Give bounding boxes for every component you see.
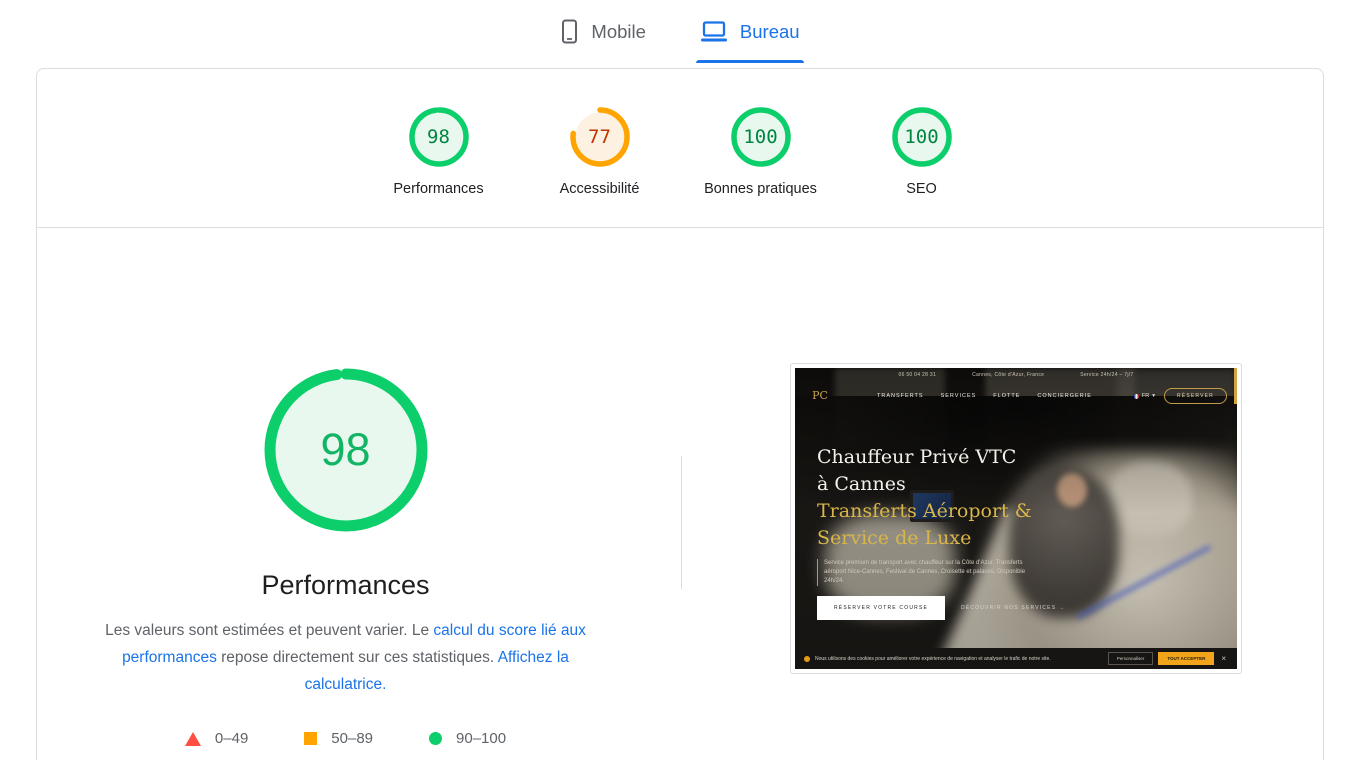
- pagespeed-report: Mobile Bureau 98 Performances: [0, 0, 1360, 760]
- gauge-score: 100: [729, 105, 793, 169]
- legend-item-pass: 90–100: [429, 730, 506, 747]
- tab-desktop-label: Bureau: [740, 21, 800, 43]
- gauge-ring: 98: [407, 105, 471, 169]
- fail-triangle-icon: [185, 732, 201, 746]
- pass-circle-icon: [429, 732, 442, 745]
- legend-range: 90–100: [456, 730, 506, 747]
- desktop-laptop-icon: [700, 21, 728, 42]
- hero-buttons: RÉSERVER VOTRE COURSE DÉCOUVRIR NOS SERV…: [817, 596, 1087, 620]
- hero-primary-button: RÉSERVER VOTRE COURSE: [817, 596, 945, 620]
- performance-description: Les valeurs sont estimées et peuvent var…: [93, 617, 598, 698]
- gauge-score: 98: [407, 105, 471, 169]
- gauge-label: SEO: [841, 181, 1002, 197]
- gauge-label: Performances: [358, 181, 519, 197]
- section-divider: [681, 456, 682, 589]
- site-navbar: PC TRANSFERTS SERVICES FLOTTE CONCIERGER…: [795, 381, 1237, 411]
- site-nav-services: SERVICES: [941, 393, 977, 399]
- cookie-customize-button: Personnaliser: [1108, 652, 1154, 665]
- legend-range: 50–89: [331, 730, 373, 747]
- mobile-phone-icon: [560, 19, 579, 45]
- site-language-selector: FR ▾: [1134, 393, 1155, 399]
- gauge-ring: 77: [568, 105, 632, 169]
- legend-range: 0–49: [215, 730, 248, 747]
- cookie-banner: Nous utilisons des cookies pour améliore…: [795, 648, 1237, 669]
- summary-gauge-performances[interactable]: 98 Performances: [358, 105, 519, 197]
- gauge-ring: 100: [729, 105, 793, 169]
- summary-gauge-seo[interactable]: 100 SEO: [841, 105, 1002, 197]
- site-hero: Chauffeur Privé VTC à Cannes Transferts …: [817, 444, 1087, 620]
- site-nav-links: TRANSFERTS SERVICES FLOTTE CONCIERGERIE: [877, 393, 1092, 399]
- score-summary: 98 Performances 77 Accessibilité: [37, 69, 1323, 197]
- description-text: Les valeurs sont estimées et peuvent var…: [105, 622, 433, 639]
- hero-title-line1: Chauffeur Privé VTC: [817, 444, 1087, 471]
- legend-item-average: 50–89: [304, 730, 373, 747]
- site-nav-transferts: TRANSFERTS: [877, 393, 924, 399]
- cookie-accept-button: TOUT ACCEPTER: [1158, 652, 1214, 665]
- performance-gauge: 98: [264, 368, 428, 532]
- cookie-close-icon: ×: [1219, 655, 1228, 663]
- chevron-down-icon: ▾: [1152, 393, 1155, 399]
- gauge-label: Bonnes pratiques: [680, 181, 841, 197]
- hero-subtitle-line2: Service de Luxe: [817, 525, 1087, 552]
- gauge-score: 77: [568, 105, 632, 169]
- site-screenshot-thumbnail[interactable]: 06 50 04 28 31 Cannes, Côte d'Azur, Fran…: [790, 363, 1242, 674]
- site-preview: 06 50 04 28 31 Cannes, Côte d'Azur, Fran…: [795, 368, 1237, 669]
- score-legend: 0–49 50–89 90–100: [93, 730, 598, 747]
- summary-gauge-bonnes-pratiques[interactable]: 100 Bonnes pratiques: [680, 105, 841, 197]
- site-nav-conciergerie: CONCIERGERIE: [1037, 393, 1091, 399]
- site-nav-right: FR ▾ RÉSERVER: [1134, 388, 1227, 404]
- gauge-ring: 100: [890, 105, 954, 169]
- site-nav-flotte: FLOTTE: [993, 393, 1020, 399]
- hero-title-line2: à Cannes: [817, 471, 1087, 498]
- site-reserve-button: RÉSERVER: [1164, 388, 1227, 404]
- summary-divider: [37, 227, 1323, 228]
- performance-title: Performances: [93, 570, 598, 601]
- performance-score: 98: [264, 368, 428, 532]
- tab-mobile[interactable]: Mobile: [556, 0, 650, 63]
- gauge-score: 100: [890, 105, 954, 169]
- site-location: Cannes, Côte d'Azur, France: [972, 372, 1044, 378]
- cookie-icon: [804, 656, 810, 662]
- hero-secondary-link: DÉCOUVRIR NOS SERVICES →: [961, 605, 1065, 611]
- hero-body-text: Service premium de transport avec chauff…: [817, 559, 1032, 586]
- performance-section: 98 Performances Les valeurs sont estimée…: [93, 352, 598, 747]
- french-flag-icon: [1134, 394, 1139, 399]
- legend-item-fail: 0–49: [185, 730, 248, 747]
- tab-mobile-label: Mobile: [591, 21, 646, 43]
- site-logo: PC: [805, 391, 835, 401]
- cookie-message: Nous utilisons des cookies pour améliore…: [815, 656, 1103, 662]
- site-hours: Service 24h/24 – 7j/7: [1080, 372, 1133, 378]
- site-phone: 06 50 04 28 31: [898, 372, 936, 378]
- site-lang-label: FR: [1142, 393, 1149, 399]
- description-text: repose directement sur ces statistiques.: [217, 649, 498, 666]
- gauge-label: Accessibilité: [519, 181, 680, 197]
- device-tabs: Mobile Bureau: [0, 0, 1360, 63]
- summary-gauge-accessibilite[interactable]: 77 Accessibilité: [519, 105, 680, 197]
- active-tab-underline: [696, 60, 804, 63]
- site-topbar: 06 50 04 28 31 Cannes, Côte d'Azur, Fran…: [795, 368, 1237, 381]
- tab-desktop[interactable]: Bureau: [696, 0, 804, 63]
- average-square-icon: [304, 732, 317, 745]
- hero-subtitle-line1: Transferts Aéroport &: [817, 498, 1087, 525]
